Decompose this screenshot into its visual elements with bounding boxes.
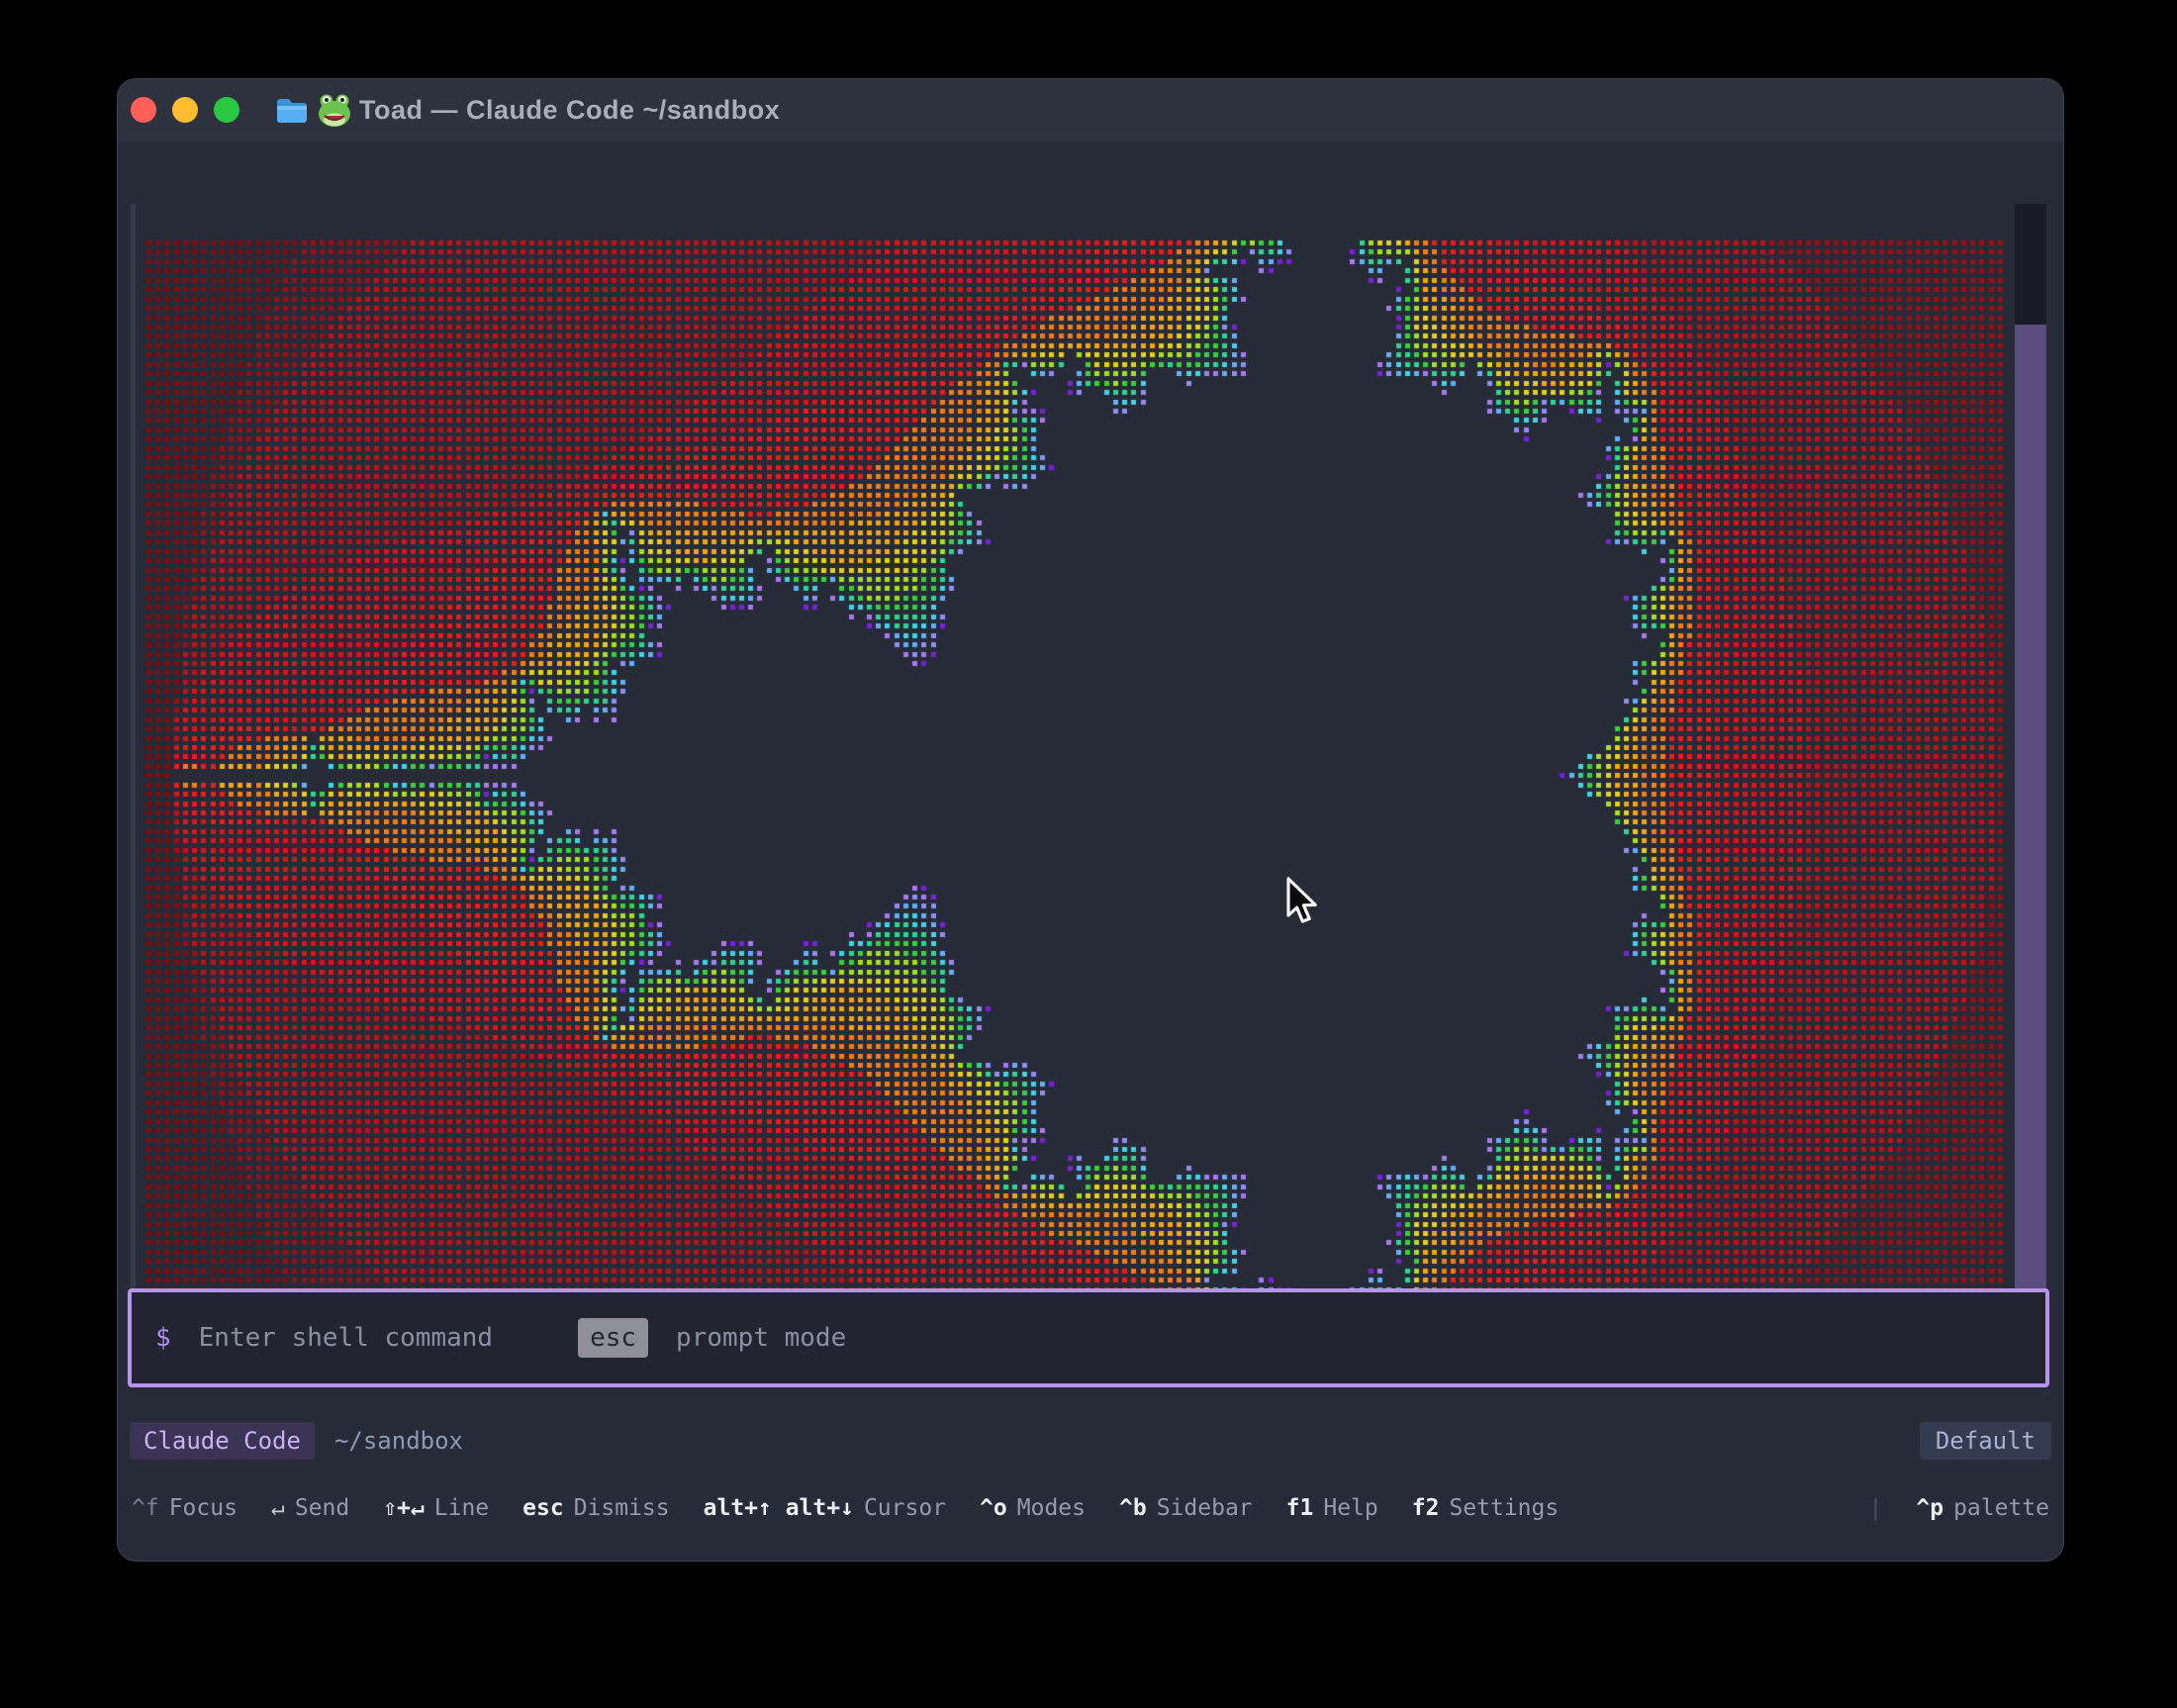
shortcut-focus: ^fFocus [132, 1495, 237, 1521]
shortcut-palette: ^ppalette [1916, 1495, 2049, 1521]
folder-icon [274, 93, 310, 133]
shortcut-sidebar: ^bSidebar [1119, 1495, 1253, 1521]
title-icons [274, 92, 353, 134]
titlebar: Toad — Claude Code ~/sandbox [118, 79, 2063, 142]
shortcut-help: f1Help [1286, 1495, 1378, 1521]
shortcut-modes: ^oModes [980, 1495, 1086, 1521]
shortcut-send: ↵Send [271, 1495, 349, 1521]
terminal-window: Toad — Claude Code ~/sandbox $ Enter she… [118, 79, 2063, 1561]
app-badge: Claude Code [130, 1422, 315, 1460]
minimize-button[interactable] [172, 97, 198, 123]
fractal-canvas [144, 238, 2005, 1313]
shortcut-line: ⇧+↵Line [383, 1495, 489, 1521]
frog-icon [316, 92, 353, 134]
shell-input[interactable]: $ Enter shell command esc prompt mode [128, 1288, 2049, 1387]
cwd-path: ~/sandbox [334, 1427, 463, 1455]
theme-badge[interactable]: Default [1920, 1422, 2051, 1460]
shortcut-cursor: alt+↑ alt+↓Cursor [704, 1495, 946, 1521]
zoom-button[interactable] [214, 97, 239, 123]
prompt-symbol: $ [155, 1323, 171, 1353]
scrollbar-thumb[interactable] [2015, 325, 2046, 1312]
shortcuts-bar: ^fFocus ↵Send ⇧+↵Line escDismiss alt+↑ a… [132, 1484, 2049, 1532]
prompt-mode-label: prompt mode [676, 1323, 846, 1353]
shortcut-dismiss: escDismiss [522, 1495, 669, 1521]
left-gutter [131, 204, 136, 1319]
terminal-output [118, 142, 2063, 1289]
esc-key-hint: esc [578, 1318, 648, 1358]
input-placeholder: Enter shell command [199, 1323, 493, 1353]
shortcut-settings: f2Settings [1412, 1495, 1559, 1521]
statusbar: Claude Code ~/sandbox Default [130, 1417, 2051, 1465]
window-title: Toad — Claude Code ~/sandbox [359, 79, 780, 142]
close-button[interactable] [131, 97, 156, 123]
shortcuts-divider: | [1869, 1495, 1883, 1521]
traffic-lights [131, 97, 239, 123]
